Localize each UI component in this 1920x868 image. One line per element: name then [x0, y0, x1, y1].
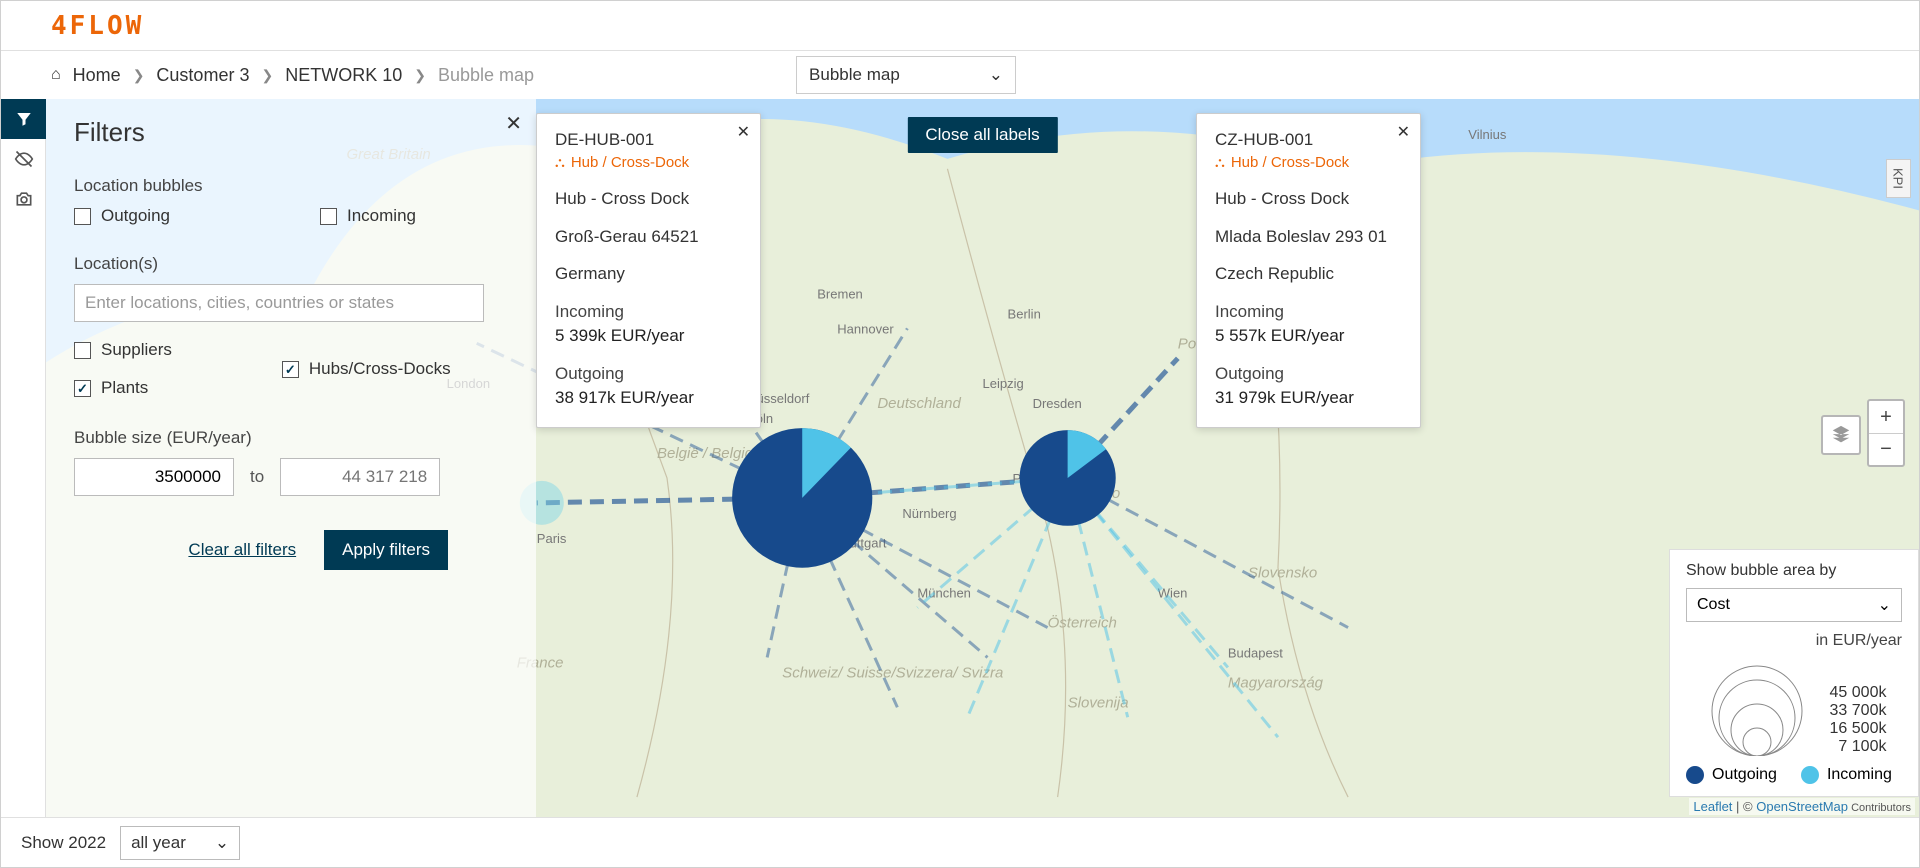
- legend-incoming: Incoming: [1827, 766, 1892, 784]
- popup-id: CZ-HUB-001: [1215, 128, 1402, 152]
- popup-in-value: 5 399k EUR/year: [555, 324, 742, 348]
- chevron-down-icon: ⌄: [1878, 595, 1891, 615]
- breadcrumb-current: Bubble map: [438, 65, 534, 86]
- legend-panel: Show bubble area by Cost ⌄ in EUR/year 4…: [1669, 549, 1919, 797]
- popup-desc: Hub - Cross Dock: [555, 187, 742, 211]
- layers-icon: [1830, 424, 1852, 446]
- popup-out-value: 38 917k EUR/year: [555, 386, 742, 410]
- breadcrumb-bar: ⌂ Home ❯ Customer 3 ❯ NETWORK 10 ❯ Bubbl…: [1, 51, 1919, 99]
- bubble-size-min-input[interactable]: [74, 458, 234, 496]
- breadcrumb-home[interactable]: Home: [73, 65, 121, 86]
- popup-out-value: 31 979k EUR/year: [1215, 386, 1402, 410]
- filter-panel: ✕ Filters Location bubbles Outgoing Inco…: [46, 99, 536, 817]
- legend-size-circles: [1702, 656, 1812, 756]
- footer-bar: Show 2022 all year ⌄: [1, 817, 1919, 867]
- osm-link[interactable]: OpenStreetMap: [1756, 799, 1848, 814]
- legend-size-4: 7 100k: [1830, 738, 1887, 756]
- bubble-cz-hub[interactable]: [1020, 430, 1116, 526]
- zoom-in-button[interactable]: +: [1869, 401, 1903, 433]
- filter-locations-label: Location(s): [74, 254, 508, 274]
- bubble-de-hub[interactable]: [732, 428, 872, 568]
- chevron-down-icon: ⌄: [989, 65, 1003, 85]
- chevron-right-icon: ❯: [414, 67, 426, 84]
- popup-in-label: Incoming: [1215, 300, 1402, 324]
- period-value: all year: [131, 833, 186, 853]
- checkbox-incoming[interactable]: Incoming: [320, 206, 416, 226]
- popup-out-label: Outgoing: [1215, 362, 1402, 386]
- popup-cz-hub: ✕ CZ-HUB-001 ⛬ Hub / Cross-Dock Hub - Cro…: [1196, 113, 1421, 428]
- eye-off-icon: [14, 149, 34, 169]
- leaflet-link[interactable]: Leaflet: [1693, 799, 1732, 814]
- checkbox-suppliers[interactable]: Suppliers: [74, 340, 172, 360]
- logo: 4FLOW: [51, 11, 144, 41]
- legend-metric-select[interactable]: Cost ⌄: [1686, 588, 1902, 622]
- popup-de-hub: ✕ DE-HUB-001 ⛬ Hub / Cross-Dock Hub - Cro…: [536, 113, 761, 428]
- filter-rail-button[interactable]: [1, 99, 46, 139]
- zoom-out-button[interactable]: −: [1869, 433, 1903, 465]
- popup-in-label: Incoming: [555, 300, 742, 324]
- close-all-labels-button[interactable]: Close all labels: [907, 117, 1057, 153]
- popup-desc: Hub - Cross Dock: [1215, 187, 1402, 211]
- breadcrumb-network[interactable]: NETWORK 10: [285, 65, 402, 86]
- legend-dot-outgoing: [1686, 766, 1704, 784]
- close-icon[interactable]: ✕: [1397, 122, 1410, 144]
- checkbox-plants[interactable]: Plants: [74, 378, 172, 398]
- screenshot-rail-button[interactable]: [1, 179, 46, 219]
- legend-outgoing: Outgoing: [1712, 766, 1777, 784]
- popup-city: Mlada Boleslav 293 01: [1215, 225, 1402, 249]
- popup-country: Czech Republic: [1215, 262, 1402, 286]
- legend-size-1: 45 000k: [1830, 684, 1887, 702]
- visibility-rail-button[interactable]: [1, 139, 46, 179]
- close-icon[interactable]: ✕: [737, 122, 750, 144]
- map-attribution: Leaflet | © OpenStreetMap Contributors: [1689, 798, 1915, 815]
- checkbox-hubs[interactable]: Hubs/Cross-Docks: [282, 340, 451, 398]
- popup-city: Groß-Gerau 64521: [555, 225, 742, 249]
- close-icon[interactable]: ✕: [505, 111, 522, 136]
- legend-title: Show bubble area by: [1686, 562, 1902, 580]
- filter-size-label: Bubble size (EUR/year): [74, 428, 508, 448]
- popup-type: Hub / Cross-Dock: [1231, 152, 1349, 173]
- legend-unit: in EUR/year: [1686, 632, 1902, 650]
- layers-button[interactable]: [1821, 415, 1861, 455]
- hub-icon: ⛬: [1215, 153, 1225, 173]
- chevron-right-icon: ❯: [261, 67, 273, 84]
- filter-bubbles-label: Location bubbles: [74, 176, 508, 196]
- popup-out-label: Outgoing: [555, 362, 742, 386]
- camera-icon: [14, 189, 34, 209]
- locations-input[interactable]: [74, 284, 484, 322]
- footer-show-label: Show 2022: [21, 833, 106, 853]
- period-select[interactable]: all year ⌄: [120, 826, 240, 860]
- to-label: to: [250, 467, 264, 487]
- filter-icon: [15, 110, 33, 128]
- legend-size-3: 16 500k: [1830, 720, 1887, 738]
- apply-filters-button[interactable]: Apply filters: [324, 530, 448, 570]
- popup-id: DE-HUB-001: [555, 128, 742, 152]
- filter-title: Filters: [74, 117, 508, 148]
- app-header: 4FLOW: [1, 1, 1919, 51]
- home-icon[interactable]: ⌂: [51, 66, 61, 84]
- kpi-tab[interactable]: KPI: [1886, 159, 1911, 198]
- view-type-value: Bubble map: [809, 65, 900, 85]
- legend-metric-value: Cost: [1697, 596, 1730, 614]
- chevron-down-icon: ⌄: [215, 833, 229, 853]
- chevron-right-icon: ❯: [133, 67, 145, 84]
- zoom-control: + −: [1867, 399, 1905, 467]
- view-type-select[interactable]: Bubble map ⌄: [796, 56, 1016, 94]
- checkbox-outgoing[interactable]: Outgoing: [74, 206, 170, 226]
- popup-in-value: 5 557k EUR/year: [1215, 324, 1402, 348]
- legend-size-2: 33 700k: [1830, 702, 1887, 720]
- breadcrumb-customer[interactable]: Customer 3: [156, 65, 249, 86]
- popup-country: Germany: [555, 262, 742, 286]
- popup-type: Hub / Cross-Dock: [571, 152, 689, 173]
- clear-filters-link[interactable]: Clear all filters: [188, 540, 296, 560]
- legend-dot-incoming: [1801, 766, 1819, 784]
- hub-icon: ⛬: [555, 153, 565, 173]
- bubble-size-max-input[interactable]: [280, 458, 440, 496]
- left-rail: [1, 99, 46, 817]
